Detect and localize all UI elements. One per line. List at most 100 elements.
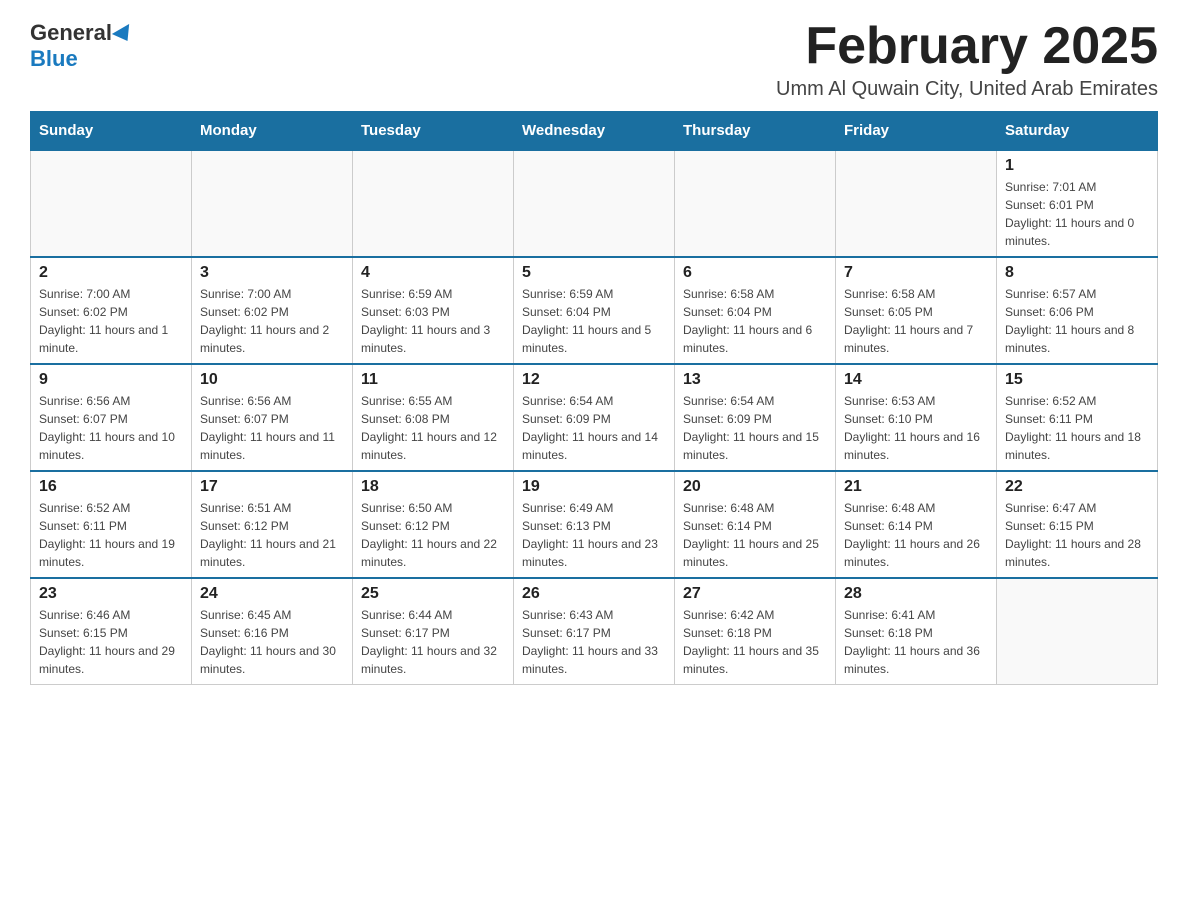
page-header: General Blue February 2025 Umm Al Quwain… — [30, 20, 1158, 101]
day-info: Sunrise: 6:53 AM Sunset: 6:10 PM Dayligh… — [844, 392, 988, 464]
day-number: 26 — [522, 585, 666, 603]
day-number: 22 — [1005, 478, 1149, 496]
day-info: Sunrise: 6:54 AM Sunset: 6:09 PM Dayligh… — [522, 392, 666, 464]
calendar-cell — [192, 150, 353, 257]
calendar-cell: 4Sunrise: 6:59 AM Sunset: 6:03 PM Daylig… — [353, 257, 514, 364]
day-number: 16 — [39, 478, 183, 496]
day-info: Sunrise: 7:01 AM Sunset: 6:01 PM Dayligh… — [1005, 178, 1149, 250]
col-wednesday: Wednesday — [514, 112, 675, 151]
day-info: Sunrise: 6:54 AM Sunset: 6:09 PM Dayligh… — [683, 392, 827, 464]
calendar-cell: 9 Sunrise: 6:56 AM Sunset: 6:07 PM Daylig… — [31, 364, 192, 471]
header-row: Sunday Monday Tuesday Wednesday Thursday… — [31, 112, 1158, 151]
day-info: Sunrise: 6:50 AM Sunset: 6:12 PM Dayligh… — [361, 499, 505, 571]
calendar-header: Sunday Monday Tuesday Wednesday Thursday… — [31, 112, 1158, 151]
calendar-week-1: 1Sunrise: 7:01 AM Sunset: 6:01 PM Daylig… — [31, 150, 1158, 257]
day-info: Sunrise: 6:44 AM Sunset: 6:17 PM Dayligh… — [361, 606, 505, 678]
day-number: 7 — [844, 264, 988, 282]
day-info: Sunrise: 6:48 AM Sunset: 6:14 PM Dayligh… — [683, 499, 827, 571]
calendar-week-2: 2Sunrise: 7:00 AM Sunset: 6:02 PM Daylig… — [31, 257, 1158, 364]
day-info: Sunrise: 6:49 AM Sunset: 6:13 PM Dayligh… — [522, 499, 666, 571]
calendar-cell — [353, 150, 514, 257]
calendar-cell: 25Sunrise: 6:44 AM Sunset: 6:17 PM Dayli… — [353, 578, 514, 685]
calendar-cell: 14 Sunrise: 6:53 AM Sunset: 6:10 PM Dayli… — [836, 364, 997, 471]
day-number: 14 — [844, 371, 988, 389]
col-sunday: Sunday — [31, 112, 192, 151]
day-info: Sunrise: 6:58 AM Sunset: 6:05 PM Dayligh… — [844, 285, 988, 357]
day-number: 6 — [683, 264, 827, 282]
day-info: Sunrise: 6:48 AM Sunset: 6:14 PM Dayligh… — [844, 499, 988, 571]
day-number: 23 — [39, 585, 183, 603]
day-info: Sunrise: 6:41 AM Sunset: 6:18 PM Dayligh… — [844, 606, 988, 678]
logo-arrow-icon — [112, 24, 136, 46]
day-info: Sunrise: 6:47 AM Sunset: 6:15 PM Dayligh… — [1005, 499, 1149, 571]
calendar-week-3: 9 Sunrise: 6:56 AM Sunset: 6:07 PM Daylig… — [31, 364, 1158, 471]
day-info: Sunrise: 6:46 AM Sunset: 6:15 PM Dayligh… — [39, 606, 183, 678]
col-monday: Monday — [192, 112, 353, 151]
day-info: Sunrise: 6:59 AM Sunset: 6:03 PM Dayligh… — [361, 285, 505, 357]
calendar-week-5: 23 Sunrise: 6:46 AM Sunset: 6:15 PM Dayli… — [31, 578, 1158, 685]
day-number: 11 — [361, 371, 505, 389]
calendar-cell: 22 Sunrise: 6:47 AM Sunset: 6:15 PM Dayli… — [997, 471, 1158, 578]
day-number: 19 — [522, 478, 666, 496]
calendar-cell: 11Sunrise: 6:55 AM Sunset: 6:08 PM Dayli… — [353, 364, 514, 471]
calendar-cell: 3 Sunrise: 7:00 AM Sunset: 6:02 PM Daylig… — [192, 257, 353, 364]
logo-general-text: General — [30, 20, 112, 46]
calendar-cell: 10 Sunrise: 6:56 AM Sunset: 6:07 PM Dayli… — [192, 364, 353, 471]
day-number: 13 — [683, 371, 827, 389]
day-info: Sunrise: 6:52 AM Sunset: 6:11 PM Dayligh… — [1005, 392, 1149, 464]
month-title: February 2025 — [776, 20, 1158, 72]
logo: General Blue — [30, 20, 134, 72]
calendar-cell: 2Sunrise: 7:00 AM Sunset: 6:02 PM Daylig… — [31, 257, 192, 364]
calendar-cell — [514, 150, 675, 257]
col-thursday: Thursday — [675, 112, 836, 151]
day-info: Sunrise: 6:45 AM Sunset: 6:16 PM Dayligh… — [200, 606, 344, 678]
day-number: 28 — [844, 585, 988, 603]
day-number: 18 — [361, 478, 505, 496]
day-info: Sunrise: 7:00 AM Sunset: 6:02 PM Dayligh… — [39, 285, 183, 357]
calendar-cell: 8 Sunrise: 6:57 AM Sunset: 6:06 PM Daylig… — [997, 257, 1158, 364]
calendar-cell: 1Sunrise: 7:01 AM Sunset: 6:01 PM Daylig… — [997, 150, 1158, 257]
day-info: Sunrise: 6:51 AM Sunset: 6:12 PM Dayligh… — [200, 499, 344, 571]
day-number: 12 — [522, 371, 666, 389]
calendar-cell — [836, 150, 997, 257]
day-number: 9 — [39, 371, 183, 389]
calendar-table: Sunday Monday Tuesday Wednesday Thursday… — [30, 111, 1158, 685]
calendar-cell: 27 Sunrise: 6:42 AM Sunset: 6:18 PM Dayli… — [675, 578, 836, 685]
day-number: 27 — [683, 585, 827, 603]
calendar-cell: 26Sunrise: 6:43 AM Sunset: 6:17 PM Dayli… — [514, 578, 675, 685]
day-info: Sunrise: 6:56 AM Sunset: 6:07 PM Dayligh… — [39, 392, 183, 464]
day-info: Sunrise: 6:52 AM Sunset: 6:11 PM Dayligh… — [39, 499, 183, 571]
col-tuesday: Tuesday — [353, 112, 514, 151]
day-number: 8 — [1005, 264, 1149, 282]
calendar-cell: 17 Sunrise: 6:51 AM Sunset: 6:12 PM Dayli… — [192, 471, 353, 578]
calendar-cell: 24 Sunrise: 6:45 AM Sunset: 6:16 PM Dayli… — [192, 578, 353, 685]
logo-text: General — [30, 20, 134, 46]
calendar-cell: 12 Sunrise: 6:54 AM Sunset: 6:09 PM Dayli… — [514, 364, 675, 471]
day-info: Sunrise: 6:42 AM Sunset: 6:18 PM Dayligh… — [683, 606, 827, 678]
day-info: Sunrise: 7:00 AM Sunset: 6:02 PM Dayligh… — [200, 285, 344, 357]
day-number: 3 — [200, 264, 344, 282]
calendar-cell: 16 Sunrise: 6:52 AM Sunset: 6:11 PM Dayli… — [31, 471, 192, 578]
calendar-cell: 19 Sunrise: 6:49 AM Sunset: 6:13 PM Dayli… — [514, 471, 675, 578]
day-number: 24 — [200, 585, 344, 603]
day-number: 17 — [200, 478, 344, 496]
day-number: 20 — [683, 478, 827, 496]
calendar-cell: 13 Sunrise: 6:54 AM Sunset: 6:09 PM Dayli… — [675, 364, 836, 471]
calendar-cell: 7 Sunrise: 6:58 AM Sunset: 6:05 PM Daylig… — [836, 257, 997, 364]
calendar-cell: 18 Sunrise: 6:50 AM Sunset: 6:12 PM Dayli… — [353, 471, 514, 578]
calendar-cell — [675, 150, 836, 257]
calendar-cell: 21Sunrise: 6:48 AM Sunset: 6:14 PM Dayli… — [836, 471, 997, 578]
day-number: 5 — [522, 264, 666, 282]
day-info: Sunrise: 6:58 AM Sunset: 6:04 PM Dayligh… — [683, 285, 827, 357]
title-section: February 2025 Umm Al Quwain City, United… — [776, 20, 1158, 101]
day-info: Sunrise: 6:59 AM Sunset: 6:04 PM Dayligh… — [522, 285, 666, 357]
col-friday: Friday — [836, 112, 997, 151]
calendar-body: 1Sunrise: 7:01 AM Sunset: 6:01 PM Daylig… — [31, 150, 1158, 685]
calendar-cell — [997, 578, 1158, 685]
day-info: Sunrise: 6:56 AM Sunset: 6:07 PM Dayligh… — [200, 392, 344, 464]
day-info: Sunrise: 6:57 AM Sunset: 6:06 PM Dayligh… — [1005, 285, 1149, 357]
location-title: Umm Al Quwain City, United Arab Emirates — [776, 78, 1158, 101]
day-number: 10 — [200, 371, 344, 389]
calendar-cell: 6 Sunrise: 6:58 AM Sunset: 6:04 PM Daylig… — [675, 257, 836, 364]
calendar-cell: 28 Sunrise: 6:41 AM Sunset: 6:18 PM Dayli… — [836, 578, 997, 685]
